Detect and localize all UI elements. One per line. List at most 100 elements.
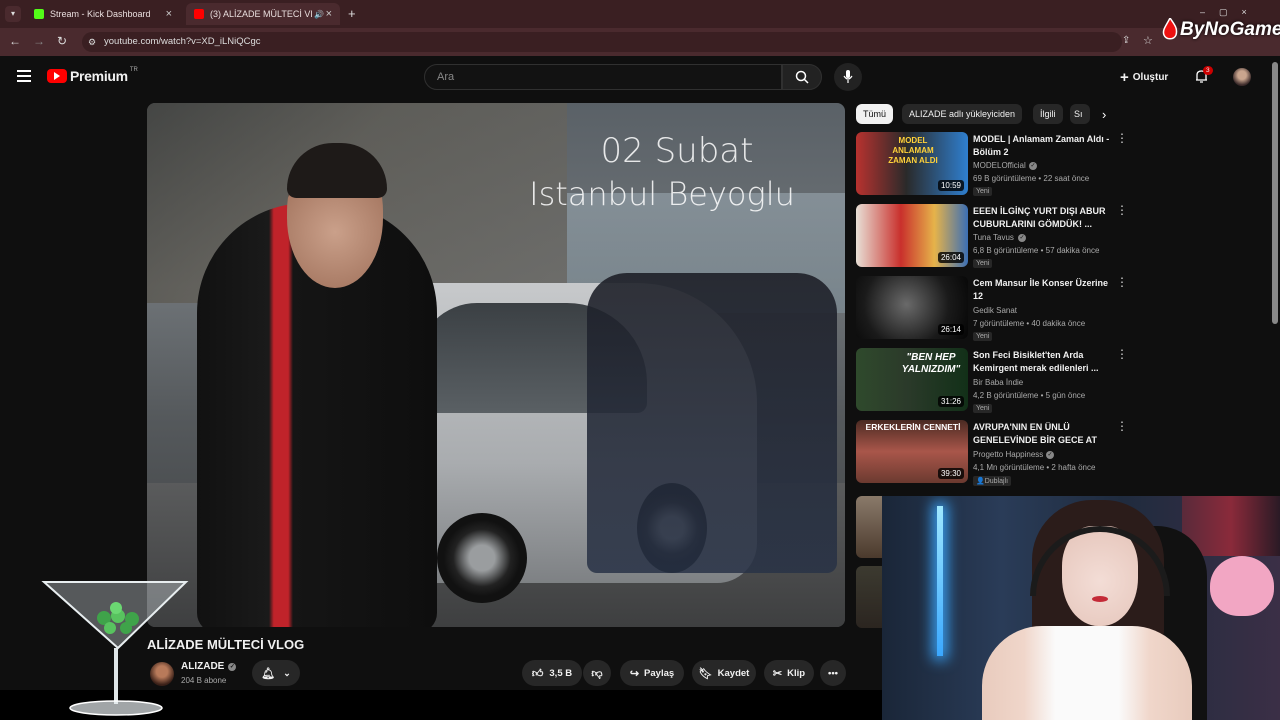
video-duration: 26:14 — [937, 324, 964, 335]
more-options-icon[interactable]: ⋮ — [1116, 204, 1128, 216]
recommendation-item[interactable]: 26:04 EEEN İLGİNÇ YURT DIŞI ABUR CUBURLA… — [856, 204, 1128, 268]
bell-icon: 🔔︎ — [261, 667, 276, 680]
notifications-button[interactable]: 3 — [1194, 66, 1213, 89]
video-duration: 31:26 — [937, 396, 964, 407]
install-icon[interactable]: ⇪ — [1122, 35, 1130, 46]
thumbs-down-icon: 👎︎ — [591, 667, 603, 680]
chevron-down-icon: ⌄ — [283, 667, 291, 678]
share-button[interactable]: ↪ Paylaş — [620, 660, 684, 686]
dislike-button[interactable]: 👎︎ — [583, 660, 611, 686]
page-scrollbar[interactable] — [1272, 62, 1278, 324]
channel-name[interactable]: Gedik Sanat — [973, 306, 1017, 315]
more-options-icon[interactable]: ⋮ — [1116, 132, 1128, 144]
more-options-icon[interactable]: ⋮ — [1116, 348, 1128, 360]
thumbs-up-icon: 👍︎ — [531, 667, 544, 680]
youtube-premium-logo[interactable]: Premium TR — [47, 67, 138, 84]
streamer-body — [982, 626, 1192, 720]
video-thumbnail[interactable]: ERKEKLERİN CENNETİ 39:30 — [856, 420, 968, 483]
kick-icon — [34, 9, 44, 19]
verified-icon: ✓ — [1046, 451, 1054, 459]
car-wheel — [437, 513, 527, 603]
avatar[interactable] — [1233, 68, 1251, 86]
voice-search-button[interactable] — [834, 63, 862, 91]
clip-button[interactable]: ✂ Klip — [764, 660, 814, 686]
chip-more[interactable]: Sı — [1070, 104, 1090, 124]
tab-kick-dashboard[interactable]: Stream - Kick Dashboard × — [26, 3, 180, 25]
youtube-icon — [47, 69, 67, 83]
more-options-icon[interactable]: ⋮ — [1116, 276, 1128, 288]
url-field[interactable]: ⚙ youtube.com/watch?v=XD_iLNiQCgc — [82, 32, 1122, 52]
video-thumbnail[interactable]: MODEL ANLAMAM ZAMAN ALDI 10:59 — [856, 132, 968, 195]
tab-list-dropdown[interactable]: ▾ — [5, 6, 21, 22]
video-duration: 26:04 — [937, 252, 964, 263]
video-thumbnail[interactable]: "BEN HEP YALNIZDIM" 31:26 — [856, 348, 968, 411]
like-button[interactable]: 👍︎ 3,5 B — [522, 660, 582, 686]
new-tab-button[interactable]: + — [348, 6, 356, 21]
site-info-icon[interactable]: ⚙ — [88, 32, 96, 52]
bookmark-star-icon[interactable]: ☆ — [1143, 34, 1153, 47]
webcam-overlay — [882, 496, 1280, 720]
close-icon[interactable]: × — [166, 8, 172, 20]
video-meta: 4,2 B görüntüleme • 5 gün önce — [973, 391, 1086, 400]
martini-glass-overlay — [41, 581, 189, 716]
forward-icon[interactable]: → — [33, 34, 45, 48]
video-thumbnail[interactable]: 26:14 — [856, 276, 968, 339]
recommendation-item[interactable]: ERKEKLERİN CENNETİ 39:30 AVRUPA'NIN EN Ü… — [856, 420, 1128, 486]
video-meta: 6,8 B görüntüleme • 57 dakika önce — [973, 246, 1100, 255]
more-options-icon[interactable]: ⋮ — [1116, 420, 1128, 432]
scissors-icon: ✂ — [772, 667, 783, 680]
chevron-right-icon[interactable]: › — [1102, 107, 1106, 122]
clip-label: Klip — [787, 667, 806, 679]
tab-label: Stream - Kick Dashboard — [50, 9, 151, 19]
menu-icon[interactable] — [17, 70, 31, 82]
share-icon: ↪ — [629, 667, 640, 680]
tab-label: (3) ALİZADE MÜLTECİ VLOG — [210, 9, 312, 19]
crowd — [587, 273, 837, 573]
video-thumbnail[interactable] — [856, 566, 882, 628]
video-player[interactable]: 02 Subat Istanbul Beyoglu — [147, 103, 845, 627]
chip-all[interactable]: Tümü — [856, 104, 894, 124]
window-controls[interactable]: –▢× — [1200, 7, 1261, 18]
search-input[interactable]: Ara — [424, 64, 782, 90]
logo-text: Premium — [70, 68, 128, 84]
channel-name[interactable]: Bir Baba İndie — [973, 378, 1023, 387]
save-button[interactable]: 🔖︎ Kaydet — [692, 660, 756, 686]
dubbed-icon: 👤 — [976, 478, 985, 485]
reload-icon[interactable]: ↻ — [57, 34, 67, 48]
new-badge: Yeni — [973, 187, 993, 196]
new-badge: Yeni — [973, 259, 993, 268]
dubbed-badge: 👤Dublajlı — [973, 476, 1012, 486]
more-actions-button[interactable]: ••• — [820, 660, 846, 686]
recommendation-item[interactable]: MODEL ANLAMAM ZAMAN ALDI 10:59 MODEL | A… — [856, 132, 1128, 196]
save-label: Kaydet — [717, 667, 750, 679]
search-button[interactable] — [782, 64, 822, 90]
bookmark-icon: 🔖︎ — [698, 667, 713, 680]
create-button[interactable]: + Oluştur — [1120, 67, 1168, 87]
recommendation-item[interactable]: "BEN HEP YALNIZDIM" 31:26 Son Feci Bisik… — [856, 348, 1128, 413]
channel-name[interactable]: Tuna Tavus — [973, 233, 1014, 242]
video-overlay-date: 02 Subat — [600, 131, 754, 171]
thumbnail-text: ERKEKLERİN CENNETİ — [865, 422, 961, 432]
video-title[interactable]: Cem Mansur İle Konser Üzerine 12 — [973, 277, 1113, 303]
notification-badge: 3 — [1203, 66, 1213, 75]
back-icon[interactable]: ← — [9, 34, 21, 48]
dubbed-label: Dublajlı — [984, 478, 1009, 485]
microphone-icon — [843, 70, 853, 83]
new-badge: Yeni — [973, 332, 993, 341]
channel-name[interactable]: Progetto Happiness — [973, 450, 1043, 459]
search-icon — [795, 70, 809, 84]
video-title[interactable]: MODEL | Anlamam Zaman Aldı - Bölüm 2 — [973, 133, 1113, 159]
subscription-bell-button[interactable]: 🔔︎ ⌄ — [252, 660, 300, 686]
chip-from-uploader[interactable]: ALIZADE adlı yükleyiciden — [902, 104, 1023, 124]
video-title[interactable]: EEEN İLGİNÇ YURT DIŞI ABUR CUBURLARINI G… — [973, 205, 1113, 231]
recommendation-item[interactable]: 26:14 Cem Mansur İle Konser Üzerine 12 G… — [856, 276, 1128, 341]
chip-related[interactable]: İlgili — [1033, 104, 1063, 124]
video-title[interactable]: Son Feci Bisiklet'ten Arda Kemirgent mer… — [973, 349, 1113, 375]
video-thumbnail[interactable]: 26:04 — [856, 204, 968, 267]
close-icon[interactable]: × — [326, 8, 332, 20]
tab-youtube-video[interactable]: (3) ALİZADE MÜLTECİ VLOG 🔊 × — [186, 3, 340, 25]
thumbnail-text: "BEN HEP YALNIZDIM" — [901, 352, 961, 375]
video-title[interactable]: AVRUPA'NIN EN ÜNLÜ GENELEVİNDE BİR GECE … — [973, 421, 1113, 447]
channel-name[interactable]: MODELOfficial — [973, 161, 1026, 170]
video-thumbnail[interactable] — [856, 496, 882, 558]
